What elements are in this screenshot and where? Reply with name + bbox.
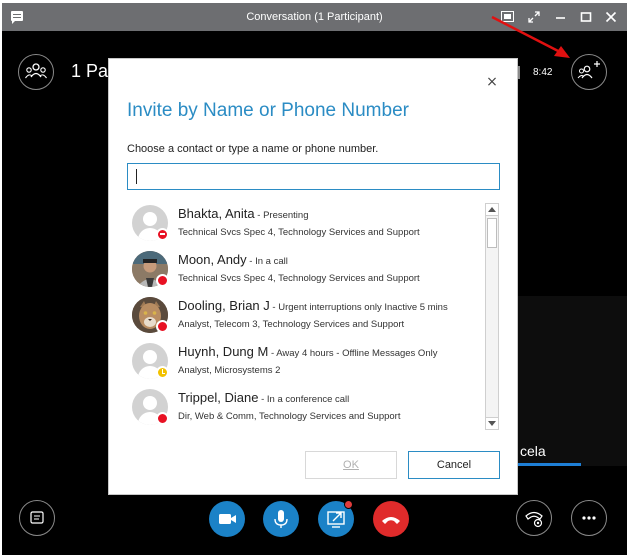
- video-speaking-bar: [513, 463, 581, 466]
- participants-icon: [25, 63, 47, 79]
- scroll-down-icon[interactable]: [486, 417, 498, 429]
- contact-title: Analyst, Telecom 3, Technology Services …: [178, 319, 405, 330]
- presence-busy-icon: [156, 320, 169, 333]
- contact-status: - Away 4 hours - Offline Messages Only: [268, 348, 438, 359]
- contact-item[interactable]: Moon, Andy - In a call Technical Svcs Sp…: [127, 246, 482, 292]
- video-participant-name: cela: [520, 443, 546, 459]
- contact-item[interactable]: Trippel, Diane - In a conference call Di…: [127, 384, 482, 430]
- presence-busy-icon: [156, 412, 169, 425]
- annotation-arrow: [491, 15, 570, 58]
- ok-button[interactable]: OK: [305, 451, 397, 479]
- contact-title: Dir, Web & Comm, Technology Services and…: [178, 411, 401, 422]
- dialog-title: Invite by Name or Phone Number: [127, 100, 409, 121]
- presence-dnd-icon: [156, 228, 169, 241]
- close-icon[interactable]: [600, 3, 622, 31]
- invite-dialog: × Invite by Name or Phone Number Choose …: [108, 58, 518, 495]
- contact-name: Dooling, Brian J: [178, 298, 270, 313]
- contact-name: Moon, Andy: [178, 252, 247, 267]
- microphone-icon: [274, 510, 288, 528]
- presence-busy-icon: [156, 274, 169, 287]
- scroll-up-icon[interactable]: [486, 204, 498, 216]
- text-caret: [136, 169, 137, 184]
- participants-button[interactable]: [18, 54, 54, 90]
- cancel-button[interactable]: Cancel: [408, 451, 500, 479]
- dialog-close-icon[interactable]: ×: [485, 75, 499, 89]
- contact-title: Technical Svcs Spec 4, Technology Servic…: [178, 273, 420, 284]
- contact-item[interactable]: Bhakta, Anita - Presenting Technical Svc…: [127, 200, 482, 246]
- contact-status: - Presenting: [254, 210, 309, 221]
- presence-away-icon: [156, 366, 169, 379]
- im-icon: [30, 511, 44, 524]
- contact-list-scrollbar[interactable]: [485, 203, 499, 430]
- maximize-icon[interactable]: [575, 3, 597, 31]
- contact-search-input[interactable]: [127, 163, 500, 190]
- im-button[interactable]: [19, 500, 55, 536]
- contact-name: Trippel, Diane: [178, 390, 259, 405]
- video-icon: [219, 514, 236, 524]
- hang-up-button[interactable]: [373, 501, 409, 537]
- remote-video: [518, 296, 627, 466]
- hang-up-icon: [382, 517, 400, 524]
- contact-item[interactable]: Dooling, Brian J - Urgent interruptions …: [127, 292, 482, 338]
- contact-title: Technical Svcs Spec 4, Technology Servic…: [178, 227, 420, 238]
- microphone-button[interactable]: [263, 501, 299, 537]
- notification-dot: [344, 500, 353, 509]
- call-timer: 8:42: [533, 67, 553, 78]
- contact-item[interactable]: Huynh, Dung M - Away 4 hours - Offline M…: [127, 338, 482, 384]
- contact-status: - Urgent interruptions only Inactive 5 m…: [269, 302, 448, 313]
- call-controls-button[interactable]: [516, 500, 552, 536]
- contact-status: - In a call: [246, 256, 288, 267]
- contact-title: Analyst, Microsystems 2: [178, 365, 281, 376]
- share-screen-button[interactable]: [318, 500, 354, 537]
- contact-list: Bhakta, Anita - Presenting Technical Svc…: [127, 200, 482, 430]
- contact-name: Huynh, Dung M: [178, 344, 269, 359]
- header-divider: [518, 66, 520, 79]
- contact-status: - In a conference call: [258, 394, 350, 405]
- call-controls-icon: [525, 511, 543, 528]
- contact-name: Bhakta, Anita: [178, 206, 255, 221]
- video-button[interactable]: [209, 501, 245, 537]
- scroll-thumb[interactable]: [487, 218, 497, 248]
- more-options-button[interactable]: [571, 500, 607, 536]
- dialog-prompt: Choose a contact or type a name or phone…: [127, 143, 379, 155]
- more-options-icon: [582, 516, 596, 520]
